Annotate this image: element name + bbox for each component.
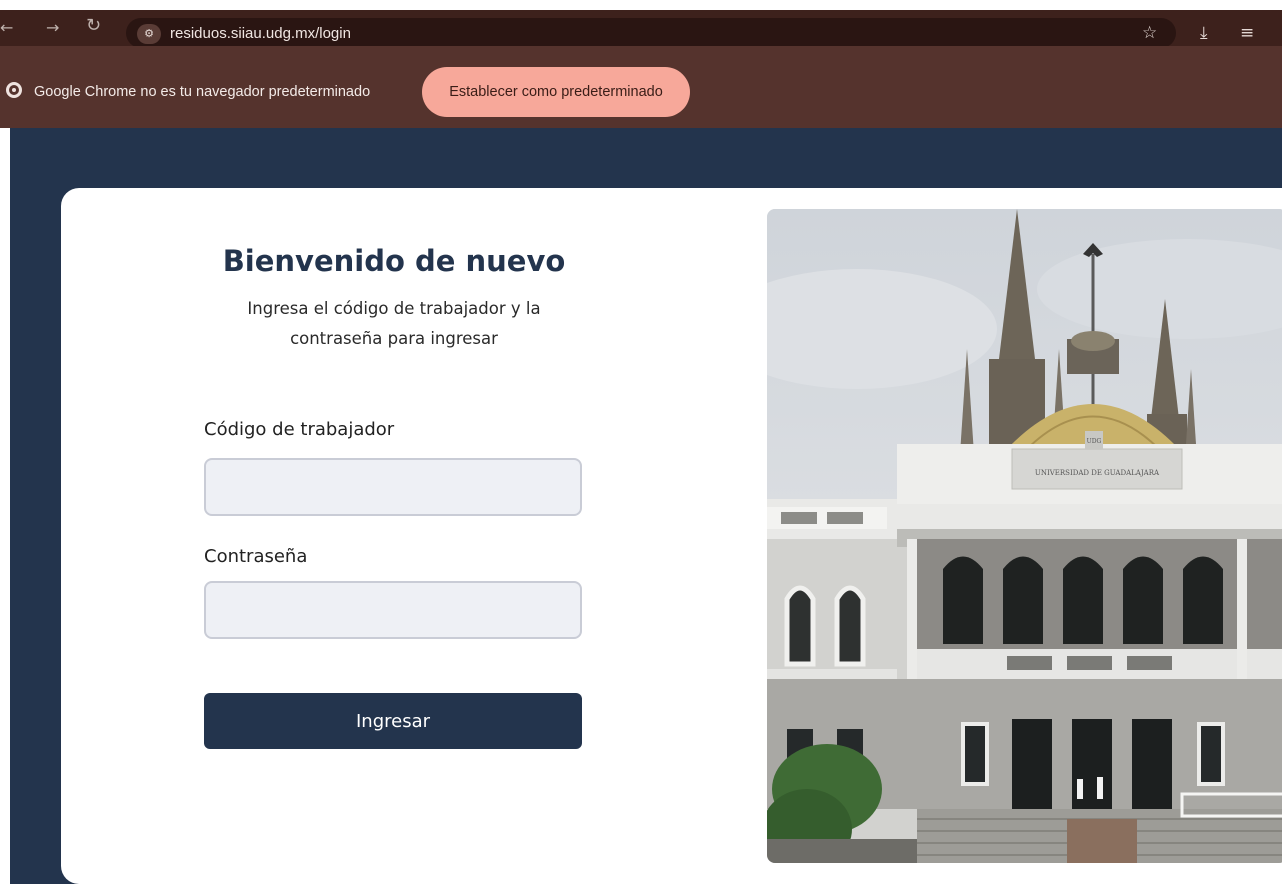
chrome-logo-icon (6, 82, 22, 98)
download-icon[interactable]: ⤓ (1200, 23, 1208, 43)
site-settings-icon[interactable]: ⚙ (137, 24, 161, 44)
set-default-button[interactable]: Establecer como predeterminado (422, 67, 690, 117)
password-field-label: Contraseña (204, 546, 308, 567)
reading-list-icon[interactable]: ≡ (1240, 23, 1254, 43)
infobar-message: Google Chrome no es tu navegador predete… (34, 84, 371, 100)
address-toolbar: ← → ↻ ⚙ residuos.siiau.udg.mx/login ☆ ⤓ … (0, 10, 1282, 48)
window-top-edge (0, 0, 1282, 10)
page-title: Bienvenido de nuevo (222, 244, 566, 278)
page-left-edge (0, 128, 10, 884)
building-sign-text: UNIVERSIDAD DE GUADALAJARA (1035, 469, 1160, 477)
worker-code-input[interactable] (204, 458, 582, 516)
reload-icon[interactable]: ↻ (86, 17, 101, 35)
login-submit-button[interactable]: Ingresar (204, 693, 582, 749)
forward-arrow-icon[interactable]: → (46, 20, 59, 36)
building-emblem-text: UDG (1087, 438, 1102, 445)
login-page: Bienvenido de nuevo Ingresa el código de… (0, 128, 1282, 884)
bookmark-star-icon[interactable]: ☆ (1142, 23, 1157, 43)
browser-chrome: ← → ↻ ⚙ residuos.siiau.udg.mx/login ☆ ⤓ … (0, 0, 1282, 128)
password-input[interactable] (204, 581, 582, 639)
url-text[interactable]: residuos.siiau.udg.mx/login (170, 24, 351, 44)
code-field-label: Código de trabajador (204, 419, 395, 440)
login-subtitle: Ingresa el código de trabajador y la con… (247, 299, 541, 348)
back-arrow-icon[interactable]: ← (0, 20, 13, 36)
university-building-photo: UNIVERSIDAD DE GUADALAJARA UDG (767, 209, 1282, 863)
building-illustration: UNIVERSIDAD DE GUADALAJARA UDG (767, 209, 1282, 863)
login-card: Bienvenido de nuevo Ingresa el código de… (61, 188, 1282, 884)
